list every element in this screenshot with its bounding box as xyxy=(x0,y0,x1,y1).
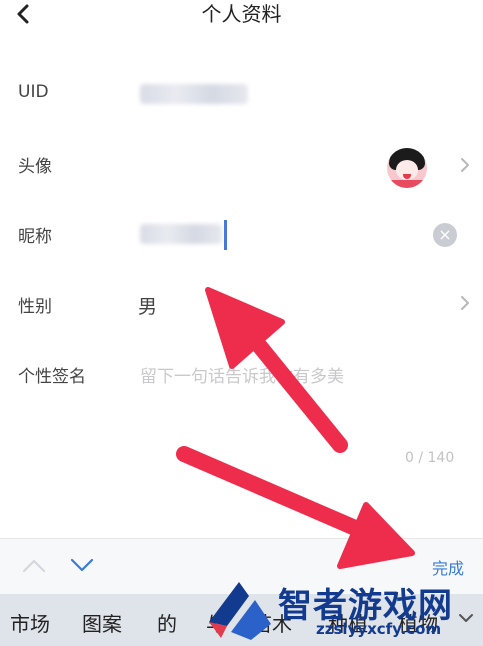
expand-chevron-icon[interactable] xyxy=(458,612,474,624)
uid-value-blurred xyxy=(140,84,248,104)
profile-edit-screen: 个人资料 UID 头像 昵称 × 性别 男 个性签名 留下一句话告诉我你有多美 … xyxy=(0,0,483,646)
suggestion-item[interactable]: 市场 xyxy=(10,608,50,637)
text-cursor xyxy=(224,220,227,250)
signature-label: 个性签名 xyxy=(18,367,86,387)
watermark-logo-icon xyxy=(209,582,271,640)
signature-input[interactable]: 留下一句话告诉我你有多美 xyxy=(140,362,344,387)
clear-icon[interactable]: × xyxy=(433,223,457,247)
avatar-label: 头像 xyxy=(18,157,52,177)
header: 个人资料 xyxy=(0,0,483,30)
nickname-input-blurred[interactable] xyxy=(140,224,222,244)
gender-value: 男 xyxy=(138,296,158,318)
page-title: 个人资料 xyxy=(201,2,282,26)
chevron-down-icon[interactable] xyxy=(68,555,96,575)
char-counter: 0 / 140 xyxy=(405,450,455,466)
uid-label: UID xyxy=(18,82,49,102)
nickname-label: 昵称 xyxy=(18,227,52,247)
chevron-right-icon xyxy=(461,296,469,310)
avatar[interactable] xyxy=(387,148,427,188)
gender-row[interactable]: 性别 xyxy=(0,280,483,328)
suggestion-item[interactable]: 的 xyxy=(157,608,177,637)
gender-label: 性别 xyxy=(18,297,52,317)
chevron-up-icon[interactable] xyxy=(20,555,48,575)
watermark-url: zzslyyxcfy.com xyxy=(316,620,442,638)
chevron-right-icon xyxy=(461,158,469,172)
done-button[interactable]: 完成 xyxy=(432,555,464,579)
suggestion-item[interactable]: 图案 xyxy=(82,608,122,637)
